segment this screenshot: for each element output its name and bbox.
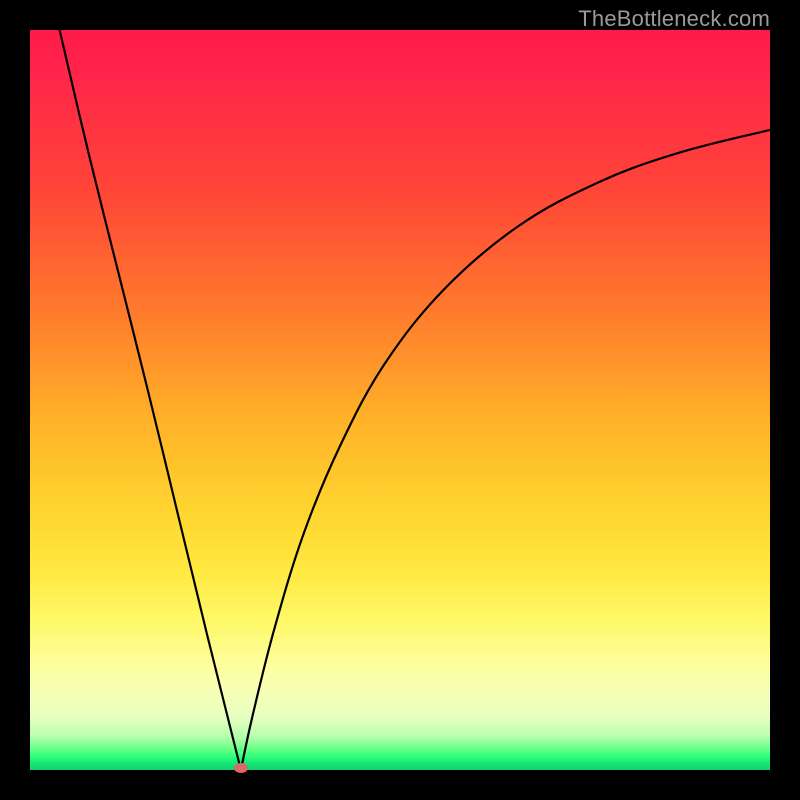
- bottleneck-curve: [30, 30, 770, 770]
- plot-area: [30, 30, 770, 770]
- chart-frame: TheBottleneck.com: [0, 0, 800, 800]
- cusp-marker: [234, 763, 248, 773]
- watermark-text: TheBottleneck.com: [578, 6, 770, 32]
